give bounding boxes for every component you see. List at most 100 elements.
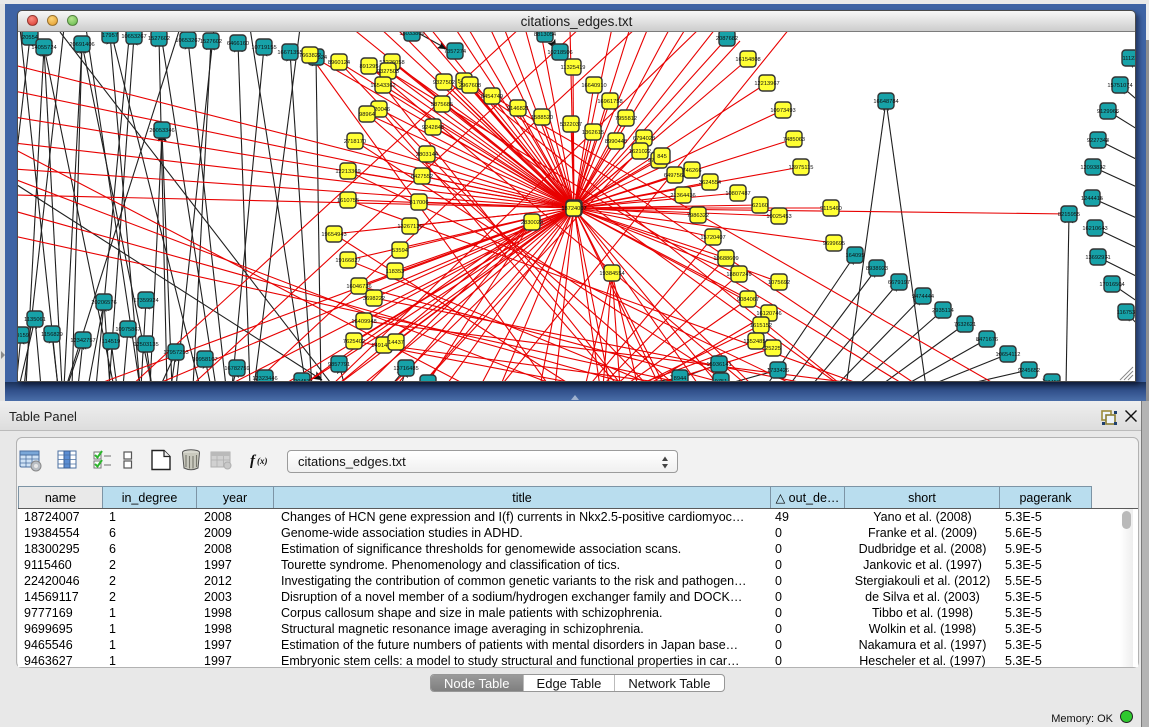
svg-text:10975867: 10975867 (115, 327, 140, 333)
svg-text:1244415: 1244415 (1081, 196, 1103, 202)
svg-text:7986322: 7986322 (687, 213, 709, 219)
svg-text:16409948: 16409948 (351, 319, 376, 325)
svg-text:8427552: 8427552 (411, 174, 433, 180)
svg-text:8960124: 8960124 (328, 60, 350, 66)
svg-text:19166827: 19166827 (335, 258, 360, 264)
svg-text:1621022: 1621022 (629, 149, 651, 155)
svg-text:6466160: 6466160 (227, 41, 249, 47)
svg-text:2830023: 2830023 (521, 220, 543, 226)
svg-text:6679197: 6679197 (888, 280, 910, 286)
svg-text:10958107: 10958107 (192, 357, 217, 363)
svg-text:39159: 39159 (18, 333, 29, 339)
svg-text:10653267: 10653267 (121, 34, 146, 40)
svg-text:17957: 17957 (102, 33, 118, 39)
svg-text:20053346: 20053346 (149, 128, 174, 134)
svg-text:9227343: 9227343 (1087, 138, 1109, 144)
svg-text:16640910: 16640910 (581, 83, 606, 89)
svg-text:14437: 14437 (388, 340, 404, 346)
svg-text:3624554: 3624554 (699, 180, 721, 186)
svg-text:1075692: 1075692 (768, 280, 790, 286)
svg-text:7955812: 7955812 (615, 116, 637, 122)
svg-text:10654112: 10654112 (996, 352, 1021, 358)
svg-text:845: 845 (657, 154, 667, 160)
svg-text:9129966: 9129966 (1097, 109, 1119, 115)
svg-text:15936141: 15936141 (706, 362, 731, 368)
svg-text:9084067: 9084067 (737, 297, 759, 303)
svg-text:8454749: 8454749 (481, 94, 503, 100)
svg-text:116753: 116753 (1117, 310, 1135, 316)
svg-text:7663822: 7663822 (299, 53, 321, 59)
svg-text:3698222: 3698222 (363, 296, 385, 302)
svg-text:13267130: 13267130 (397, 224, 422, 230)
svg-text:21364436: 21364436 (670, 193, 695, 199)
svg-text:17016504: 17016504 (1099, 282, 1124, 288)
svg-text:891295: 891295 (360, 64, 379, 70)
svg-text:8813054: 8813054 (534, 32, 556, 38)
svg-text:9245652: 9245652 (1018, 368, 1040, 374)
svg-text:1610755: 1610755 (337, 198, 359, 204)
svg-text:16120746: 16120746 (756, 311, 781, 317)
svg-text:10719155: 10719155 (251, 45, 276, 51)
svg-text:14055724: 14055724 (31, 45, 56, 51)
svg-text:9474444: 9474444 (912, 294, 934, 300)
svg-text:1615152: 1615152 (750, 323, 772, 329)
svg-text:12093832: 12093832 (1080, 165, 1105, 171)
svg-text:16033809: 16033809 (399, 32, 424, 37)
svg-text:15720407: 15720407 (700, 235, 725, 241)
svg-text:5322037: 5322037 (560, 122, 582, 128)
svg-text:16648784: 16648784 (873, 99, 898, 105)
svg-text:53594: 53594 (392, 248, 408, 254)
svg-text:10688609: 10688609 (713, 256, 738, 262)
svg-text:746266: 746266 (683, 168, 702, 174)
svg-text:13692971: 13692971 (1085, 255, 1110, 261)
svg-text:16543362: 16543362 (370, 83, 395, 89)
svg-text:9327503: 9327503 (377, 69, 399, 75)
svg-text:1135061: 1135061 (24, 317, 46, 323)
svg-text:1156829: 1156829 (41, 332, 63, 338)
svg-text:16046736: 16046736 (346, 284, 371, 290)
svg-text:12213967: 12213967 (754, 81, 779, 87)
svg-text:12342757: 12342757 (70, 338, 95, 344)
svg-text:1527602: 1527602 (200, 39, 222, 45)
svg-text:12503135: 12503135 (133, 342, 158, 348)
svg-text:8990448: 8990448 (605, 139, 627, 145)
svg-text:20206576: 20206576 (91, 300, 116, 306)
svg-text:19384554: 19384554 (599, 271, 624, 277)
svg-text:8938923: 8938923 (866, 266, 888, 272)
svg-text:13975115: 13975115 (789, 165, 814, 171)
svg-text:18724007: 18724007 (561, 206, 586, 212)
svg-text:9146821: 9146821 (507, 106, 529, 112)
svg-text:16154808: 16154808 (735, 57, 760, 63)
svg-text:8215955: 8215955 (1058, 212, 1080, 218)
svg-text:25225: 25225 (765, 346, 781, 352)
svg-text:7485063: 7485063 (783, 137, 805, 143)
svg-text:9115460: 9115460 (820, 206, 842, 212)
svg-text:20554: 20554 (22, 35, 38, 41)
svg-text:1588520: 1588520 (531, 115, 553, 121)
svg-text:10973493: 10973493 (770, 108, 795, 114)
svg-text:16210643: 16210643 (1082, 226, 1107, 232)
svg-text:114519: 114519 (102, 339, 121, 345)
svg-text:13716485: 13716485 (393, 366, 418, 372)
svg-text:817006: 817006 (410, 200, 429, 206)
svg-text:11325419: 11325419 (561, 65, 586, 71)
svg-text:9327502: 9327502 (433, 80, 455, 86)
svg-text:2803144: 2803144 (416, 152, 438, 158)
svg-text:(x): (x) (257, 456, 268, 466)
svg-text:6794028: 6794028 (633, 136, 655, 142)
svg-text:10653267: 10653267 (175, 38, 200, 44)
svg-text:98964: 98964 (359, 112, 375, 118)
svg-text:2967608: 2967608 (459, 83, 481, 89)
svg-text:9242848: 9242848 (422, 125, 444, 131)
svg-text:1527602: 1527602 (148, 36, 170, 42)
svg-text:18807249: 18807249 (726, 272, 751, 278)
svg-text:10025453: 10025453 (766, 214, 791, 220)
svg-text:19654943: 19654943 (321, 232, 346, 238)
svg-text:8471676: 8471676 (976, 337, 998, 343)
svg-text:20453: 20453 (294, 379, 310, 381)
svg-text:118353: 118353 (386, 269, 405, 275)
svg-text:15751074: 15751074 (1107, 83, 1132, 89)
svg-text:9857791: 9857791 (328, 362, 350, 368)
svg-text:1362615: 1362615 (582, 130, 604, 136)
svg-text:7357274: 7357274 (444, 49, 466, 55)
